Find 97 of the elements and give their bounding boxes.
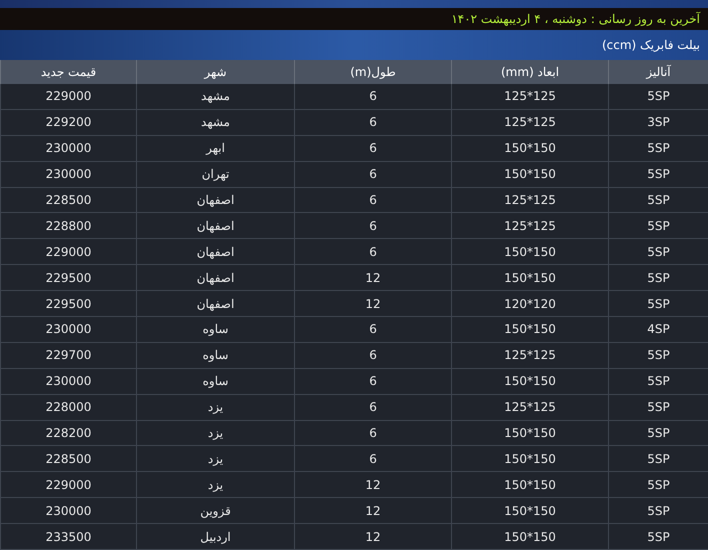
table-cell: 229700 [0, 342, 136, 368]
table-cell: 230000 [0, 498, 136, 524]
table-cell: 229200 [0, 110, 136, 135]
table-cell: 12 [294, 498, 451, 524]
table-cell: اصفهان [136, 265, 294, 290]
table-cell: ابهر [136, 136, 294, 161]
table-cell: 229000 [0, 84, 136, 109]
table-cell: 5SP [608, 188, 708, 212]
table-cell: قزوین [136, 498, 294, 524]
table-cell: 6 [294, 368, 451, 394]
table-cell: 4SP [608, 317, 708, 342]
column-header: شهر [136, 60, 294, 84]
table-cell: 150*150 [451, 317, 608, 342]
table-cell: 120*120 [451, 291, 608, 316]
table-cell: 228800 [0, 213, 136, 238]
table-cell: 6 [294, 317, 451, 342]
table-cell: یزد [136, 446, 294, 472]
table-cell: مشهد [136, 110, 294, 135]
update-notice: آخرین به روز رسانی : دوشنبه ، ۴ اردیبهشت ۱۴۰۲ [451, 10, 700, 28]
table-cell: 12 [294, 524, 451, 550]
table-cell: 5SP [608, 239, 708, 264]
table-cell: 228500 [0, 446, 136, 472]
table-cell: 6 [294, 110, 451, 135]
table-cell: 6 [294, 162, 451, 187]
table-cell: 5SP [608, 342, 708, 368]
table-cell: 5SP [608, 498, 708, 524]
table-cell: 12 [294, 472, 451, 498]
table-cell: 5SP [608, 524, 708, 550]
table-cell: 228500 [0, 188, 136, 212]
table-cell: یزد [136, 394, 294, 420]
table-cell: اصفهان [136, 291, 294, 316]
table-cell: 125*125 [451, 110, 608, 135]
table-cell: 229000 [0, 472, 136, 498]
table-cell: یزد [136, 472, 294, 498]
table-cell: 6 [294, 213, 451, 238]
table-cell: 6 [294, 342, 451, 368]
table-cell: 6 [294, 420, 451, 446]
table-cell: 6 [294, 446, 451, 472]
table-cell: 150*150 [451, 239, 608, 264]
section-title: بیلت فابریک (ccm) [602, 37, 700, 54]
table-cell: 150*150 [451, 136, 608, 161]
table-cell: 5SP [608, 265, 708, 290]
table-cell: 5SP [608, 162, 708, 187]
table-cell: 150*150 [451, 265, 608, 290]
table-cell: 150*150 [451, 162, 608, 187]
table-cell: 229000 [0, 239, 136, 264]
table-cell: 233500 [0, 524, 136, 550]
table-cell: اصفهان [136, 239, 294, 264]
table-cell: اصفهان [136, 188, 294, 212]
column-header: آنالیز [608, 60, 708, 84]
column-header: طول(m) [294, 60, 451, 84]
table-cell: ساوه [136, 368, 294, 394]
table-cell: 229500 [0, 265, 136, 290]
table-cell: 230000 [0, 162, 136, 187]
table-cell: 150*150 [451, 420, 608, 446]
table-cell: 229500 [0, 291, 136, 316]
table-cell: 12 [294, 265, 451, 290]
table-cell: 230000 [0, 368, 136, 394]
table-cell: 150*150 [451, 472, 608, 498]
table-cell: 6 [294, 188, 451, 212]
table-cell: 5SP [608, 472, 708, 498]
table-cell: یزد [136, 420, 294, 446]
table-cell: 125*125 [451, 213, 608, 238]
table-cell: 230000 [0, 317, 136, 342]
table-cell: 228200 [0, 420, 136, 446]
table-cell: مشهد [136, 84, 294, 109]
table-cell: 150*150 [451, 446, 608, 472]
table-cell: اردبیل [136, 524, 294, 550]
table-cell: 12 [294, 291, 451, 316]
table-cell: 6 [294, 394, 451, 420]
table-cell: 125*125 [451, 342, 608, 368]
table-cell: 6 [294, 136, 451, 161]
table-cell: 5SP [608, 446, 708, 472]
table-cell: 5SP [608, 291, 708, 316]
table-cell: 150*150 [451, 368, 608, 394]
table-cell: 230000 [0, 136, 136, 161]
table-cell: 125*125 [451, 188, 608, 212]
table-cell: اصفهان [136, 213, 294, 238]
table-cell: تهران [136, 162, 294, 187]
table-cell: 5SP [608, 420, 708, 446]
column-header: قیمت جدید [0, 60, 136, 84]
table-cell: 6 [294, 84, 451, 109]
column-header: ابعاد (mm) [451, 60, 608, 84]
table-cell: 5SP [608, 84, 708, 109]
table-cell: 125*125 [451, 84, 608, 109]
table-cell: 125*125 [451, 394, 608, 420]
table-cell: 5SP [608, 368, 708, 394]
table-cell: 5SP [608, 213, 708, 238]
table-cell: ساوه [136, 317, 294, 342]
table-cell: 5SP [608, 136, 708, 161]
table-cell: 150*150 [451, 524, 608, 550]
table-cell: 6 [294, 239, 451, 264]
table-cell: ساوه [136, 342, 294, 368]
table-cell: 150*150 [451, 498, 608, 524]
table-cell: 5SP [608, 394, 708, 420]
table-cell: 3SP [608, 110, 708, 135]
table-cell: 228000 [0, 394, 136, 420]
